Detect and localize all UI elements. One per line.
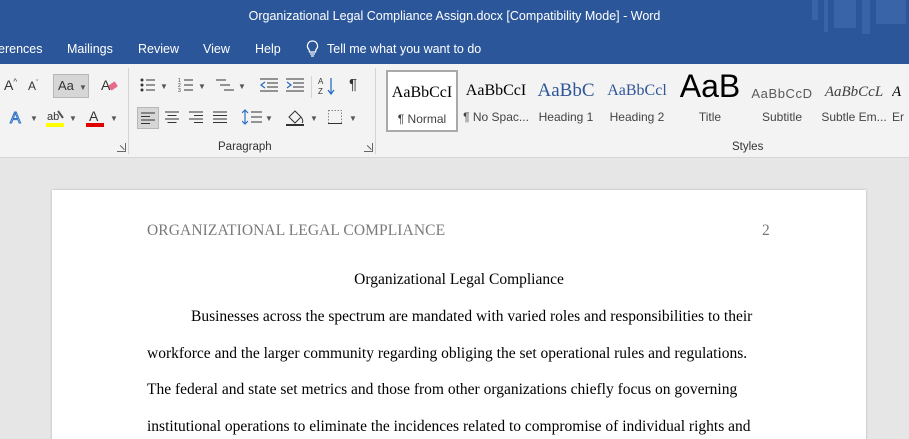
style-heading-1[interactable]: AaBbC Heading 1 <box>534 70 598 132</box>
chevron-down-icon: ▼ <box>79 83 87 92</box>
style-name: Heading 1 <box>538 110 594 124</box>
multilevel-list-icon[interactable] <box>216 77 234 93</box>
borders-icon[interactable] <box>328 110 342 124</box>
change-case-button[interactable]: Aa ▼ <box>53 74 89 98</box>
highlight-color-icon[interactable]: ab <box>46 108 66 128</box>
document-canvas: ORGANIZATIONAL LEGAL COMPLIANCE 2 Organi… <box>0 158 909 439</box>
style-name: Subtitle <box>761 110 803 124</box>
style-no-spacing[interactable]: AaBbCcI ¶ No Spac... <box>460 70 532 132</box>
style-sample: AaBbC <box>537 80 595 101</box>
tab-mailings[interactable]: Mailings <box>67 42 113 56</box>
chevron-down-icon[interactable]: ▼ <box>110 114 118 123</box>
style-subtle-emphasis[interactable]: AaBbCcL Subtle Em... <box>820 70 888 132</box>
style-name: Subtle Em... <box>821 110 887 124</box>
paragraph-group-label: Paragraph <box>218 141 272 153</box>
justify-icon[interactable] <box>213 111 227 123</box>
style-sample: AaBbCcL <box>824 84 884 100</box>
tab-view[interactable]: View <box>203 42 230 56</box>
text-effects-icon[interactable]: A <box>8 108 26 127</box>
style-sample: A <box>892 84 902 100</box>
svg-text:3: 3 <box>178 88 181 93</box>
group-separator <box>375 68 376 154</box>
increase-indent-icon[interactable] <box>286 77 304 93</box>
chevron-down-icon[interactable]: ▼ <box>198 82 206 91</box>
tab-references[interactable]: erences <box>0 42 42 56</box>
style-subtitle[interactable]: AaBbCcD Subtitle <box>748 70 816 132</box>
tell-me-search[interactable]: Tell me what you want to do <box>306 40 481 57</box>
window-title: Organizational Legal Compliance Assign.d… <box>248 9 661 23</box>
chevron-down-icon[interactable]: ▼ <box>160 82 168 91</box>
sort-icon[interactable]: AZ <box>318 76 336 96</box>
shrink-font-icon[interactable]: Aˇ <box>28 80 38 92</box>
numbering-icon[interactable]: 1 2 3 <box>178 77 194 93</box>
page-number: 2 <box>762 222 770 239</box>
style-sample: AaBbCcI <box>465 82 527 99</box>
body-line: Businesses across the spectrum are manda… <box>191 308 753 325</box>
style-name: ¶ Normal <box>397 112 447 126</box>
svg-text:A: A <box>318 77 324 86</box>
show-formatting-marks-icon[interactable]: ¶ <box>349 77 357 92</box>
align-left-button[interactable] <box>137 107 159 129</box>
svg-text:A: A <box>89 108 99 124</box>
body-line: workforce and the larger community regar… <box>147 345 748 362</box>
group-separator <box>128 68 129 154</box>
tell-me-label: Tell me what you want to do <box>327 41 482 56</box>
paragraph-dialog-launcher-icon[interactable] <box>364 143 373 152</box>
ribbon-home: A^ Aˇ Aa ▼ A A ▼ ab ▼ A ▼ ▼ 1 2 3 ▼ ▼ A … <box>0 64 909 158</box>
bullets-icon[interactable] <box>140 77 156 93</box>
clear-formatting-icon[interactable]: A <box>101 77 119 93</box>
line-spacing-icon[interactable] <box>242 109 262 125</box>
running-head: ORGANIZATIONAL LEGAL COMPLIANCE <box>147 222 446 239</box>
ribbon-tabs: erences Mailings Review View Help Tell m… <box>0 34 909 64</box>
style-sample: AaBbCcD <box>751 86 813 101</box>
style-normal[interactable]: AaBbCcI ¶ Normal <box>386 70 458 132</box>
svg-text:ab: ab <box>47 111 59 123</box>
style-name: ¶ No Spac... <box>463 110 529 124</box>
style-sample: AaB <box>679 68 741 104</box>
change-case-label: Aa <box>58 78 74 93</box>
align-right-icon[interactable] <box>189 111 203 123</box>
style-sample: AaBbCcl <box>607 82 667 99</box>
font-dialog-launcher-icon[interactable] <box>117 143 126 152</box>
svg-text:A: A <box>10 110 21 126</box>
style-name: Er <box>892 110 904 124</box>
title-bar: Organizational Legal Compliance Assign.d… <box>0 0 909 34</box>
body-line: The federal and state set metrics and th… <box>147 381 738 398</box>
shading-icon[interactable] <box>286 108 306 126</box>
style-emphasis[interactable]: A Er <box>892 70 909 132</box>
tab-help[interactable]: Help <box>255 42 281 56</box>
lightbulb-icon <box>306 40 319 57</box>
tab-review[interactable]: Review <box>138 42 179 56</box>
document-title: Organizational Legal Compliance <box>354 271 564 288</box>
group-separator <box>311 76 312 98</box>
styles-group-label: Styles <box>732 141 764 153</box>
body-line: institutional operations to eliminate th… <box>147 418 751 435</box>
font-color-icon[interactable]: A <box>86 108 106 128</box>
style-heading-2[interactable]: AaBbCcl Heading 2 <box>604 70 670 132</box>
chevron-down-icon[interactable]: ▼ <box>238 82 246 91</box>
chevron-down-icon[interactable]: ▼ <box>69 114 77 123</box>
styles-gallery: AaBbCcI ¶ Normal AaBbCcI ¶ No Spac... Aa… <box>384 68 909 132</box>
chevron-down-icon[interactable]: ▼ <box>349 114 357 123</box>
style-title[interactable]: AaB Title <box>678 68 742 132</box>
align-left-icon <box>141 112 155 124</box>
chevron-down-icon[interactable]: ▼ <box>265 114 273 123</box>
style-name: Title <box>698 110 722 124</box>
decrease-indent-icon[interactable] <box>260 77 278 93</box>
chevron-down-icon[interactable]: ▼ <box>310 114 318 123</box>
svg-text:Z: Z <box>318 87 323 96</box>
grow-font-icon[interactable]: A^ <box>4 78 17 92</box>
chevron-down-icon[interactable]: ▼ <box>30 114 38 123</box>
document-page[interactable]: ORGANIZATIONAL LEGAL COMPLIANCE 2 Organi… <box>52 190 866 439</box>
align-center-icon[interactable] <box>165 111 179 123</box>
style-name: Heading 2 <box>609 110 665 124</box>
style-sample: AaBbCcI <box>391 84 453 101</box>
